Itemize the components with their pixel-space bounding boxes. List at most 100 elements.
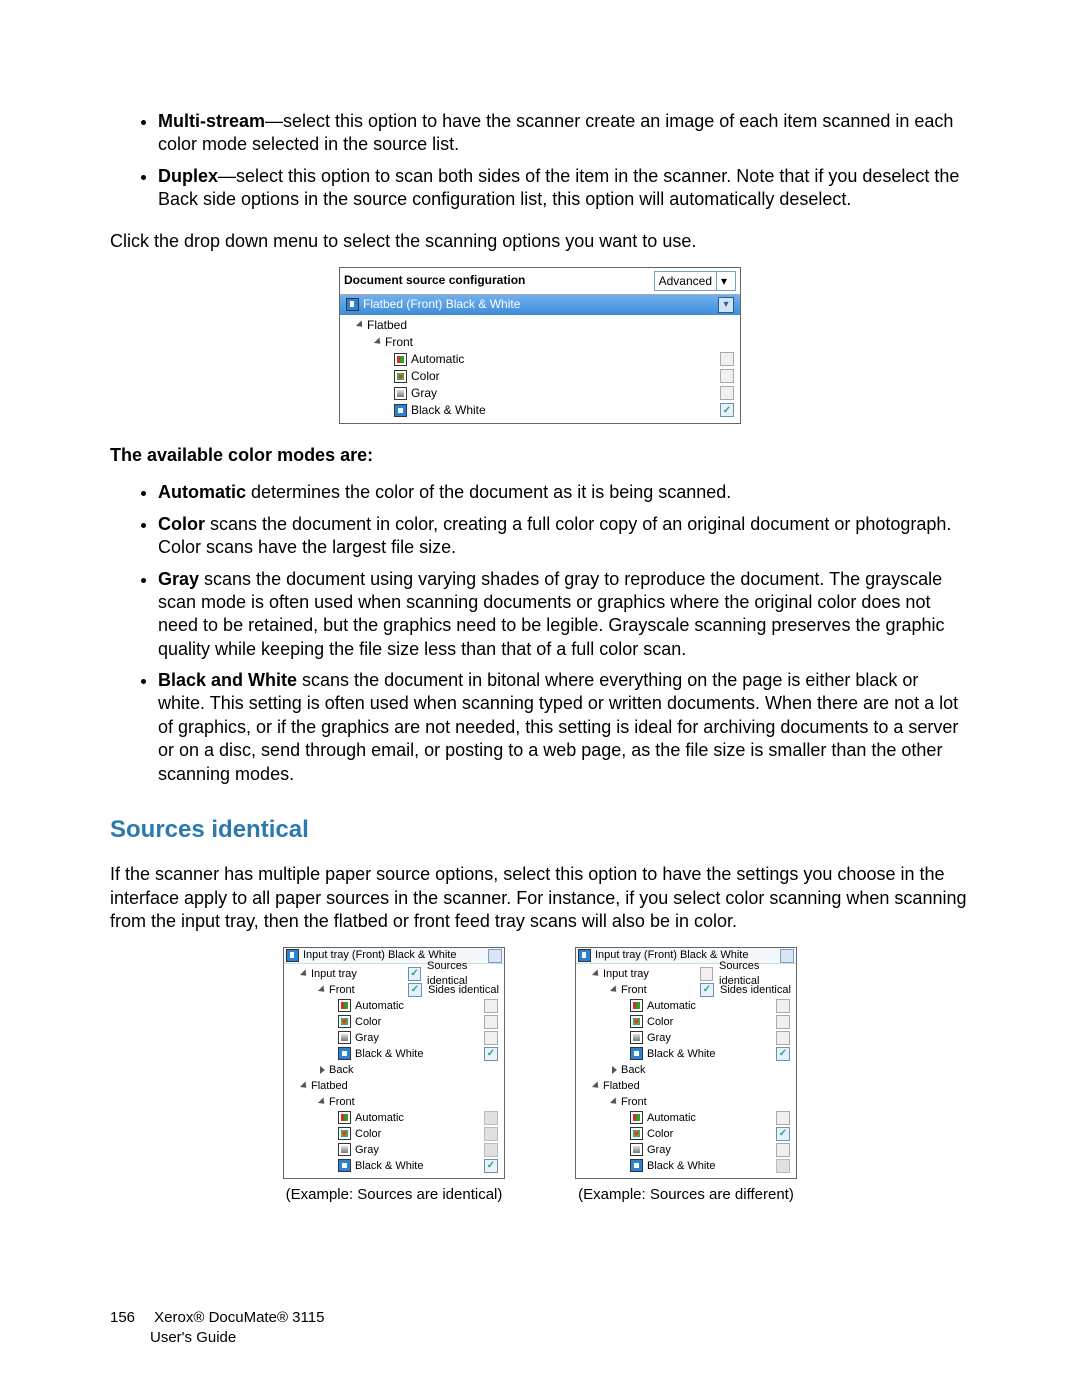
checkbox[interactable]: ✓ bbox=[776, 1015, 790, 1029]
bullet-term: Color bbox=[158, 514, 205, 534]
mode-bw[interactable]: Black & White✓ bbox=[284, 1158, 504, 1174]
tree-node-front[interactable]: Front ✓Sides identical bbox=[284, 982, 504, 998]
mode-bw[interactable]: Black & White✓ bbox=[576, 1158, 796, 1174]
source-tree: Flatbed Front Automatic✓ Color✓ Gray✓ Bl… bbox=[340, 315, 740, 423]
checkbox[interactable]: ✓ bbox=[484, 1015, 498, 1029]
list-item: Black and White scans the document in bi… bbox=[158, 669, 970, 786]
gray-icon bbox=[630, 1031, 643, 1044]
bw-icon bbox=[630, 1159, 643, 1172]
tree-node-flatbed[interactable]: Flatbed bbox=[576, 1078, 796, 1094]
sources-identical-checkbox[interactable]: ✓ bbox=[700, 967, 713, 981]
bw-icon bbox=[338, 1159, 351, 1172]
mode-automatic[interactable]: Automatic✓ bbox=[576, 998, 796, 1014]
tree-node-front[interactable]: Front bbox=[284, 1094, 504, 1110]
checkbox: ✓ bbox=[484, 1143, 498, 1157]
checkbox[interactable]: ✓ bbox=[776, 1111, 790, 1125]
bw-icon bbox=[630, 1047, 643, 1060]
tree-node-input-tray[interactable]: Input tray ✓Sources identical bbox=[284, 966, 504, 982]
checkbox[interactable]: ✓ bbox=[720, 386, 734, 400]
expand-icon bbox=[318, 985, 327, 994]
sides-identical-checkbox[interactable]: ✓ bbox=[408, 983, 422, 997]
chevron-down-icon: ▾ bbox=[716, 272, 731, 290]
bullet-term: Multi-stream bbox=[158, 111, 265, 131]
mode-color[interactable]: Color✓ bbox=[284, 1014, 504, 1030]
checkbox[interactable]: ✓ bbox=[776, 1127, 790, 1141]
list-item: Duplex—select this option to scan both s… bbox=[158, 165, 970, 212]
selected-source-bar[interactable]: Flatbed (Front) Black & White ▾ bbox=[340, 295, 740, 315]
automatic-icon bbox=[338, 1111, 351, 1124]
expand-icon bbox=[592, 969, 601, 978]
expand-icon bbox=[610, 985, 619, 994]
page-number: 156 bbox=[110, 1308, 150, 1328]
sides-identical-checkbox[interactable]: ✓ bbox=[700, 983, 714, 997]
mode-color[interactable]: Color✓ bbox=[576, 1126, 796, 1142]
chevron-down-icon: ▾ bbox=[718, 297, 734, 313]
tree-node-flatbed[interactable]: Flatbed bbox=[284, 1078, 504, 1094]
checkbox[interactable]: ✓ bbox=[720, 369, 734, 383]
example-left: Input tray (Front) Black & White Input t… bbox=[283, 947, 505, 1204]
gray-icon bbox=[338, 1143, 351, 1156]
tree-node-front[interactable]: Front bbox=[576, 1094, 796, 1110]
page-icon bbox=[346, 298, 359, 311]
mode-color[interactable]: Color✓ bbox=[340, 368, 740, 385]
gray-icon bbox=[394, 387, 407, 400]
checkbox[interactable]: ✓ bbox=[720, 403, 734, 417]
advanced-dropdown[interactable]: Advanced ▾ bbox=[654, 271, 736, 291]
tree-node-back[interactable]: Back bbox=[284, 1062, 504, 1078]
tree-node-front[interactable]: Front bbox=[340, 334, 740, 351]
page-icon bbox=[578, 949, 591, 962]
mode-gray[interactable]: Gray✓ bbox=[284, 1030, 504, 1046]
mode-bw[interactable]: Black & White✓ bbox=[576, 1046, 796, 1062]
tree-node-back[interactable]: Back bbox=[576, 1062, 796, 1078]
checkbox: ✓ bbox=[484, 1159, 498, 1173]
example-caption: (Example: Sources are different) bbox=[575, 1185, 797, 1205]
checkbox: ✓ bbox=[776, 1159, 790, 1173]
expand-icon bbox=[610, 1097, 619, 1106]
checkbox[interactable]: ✓ bbox=[776, 1031, 790, 1045]
mode-automatic[interactable]: Automatic✓ bbox=[284, 1110, 504, 1126]
bullet-term: Automatic bbox=[158, 482, 246, 502]
checkbox[interactable]: ✓ bbox=[776, 1047, 790, 1061]
color-icon bbox=[630, 1015, 643, 1028]
color-icon bbox=[630, 1127, 643, 1140]
checkbox[interactable]: ✓ bbox=[776, 999, 790, 1013]
mode-gray[interactable]: Gray✓ bbox=[576, 1030, 796, 1046]
checkbox[interactable]: ✓ bbox=[720, 352, 734, 366]
mode-bw[interactable]: Black & White✓ bbox=[340, 402, 740, 419]
checkbox[interactable]: ✓ bbox=[484, 1047, 498, 1061]
expand-icon bbox=[318, 1097, 327, 1106]
color-icon bbox=[338, 1015, 351, 1028]
checkbox[interactable]: ✓ bbox=[484, 999, 498, 1013]
mode-gray[interactable]: Gray✓ bbox=[576, 1142, 796, 1158]
intro-list: Multi-stream—select this option to have … bbox=[110, 110, 970, 212]
tree-node-flatbed[interactable]: Flatbed bbox=[340, 317, 740, 334]
mode-automatic[interactable]: Automatic✓ bbox=[340, 351, 740, 368]
automatic-icon bbox=[338, 999, 351, 1012]
mode-bw[interactable]: Black & White✓ bbox=[284, 1046, 504, 1062]
example-caption: (Example: Sources are identical) bbox=[283, 1185, 505, 1205]
mode-color[interactable]: Color✓ bbox=[576, 1014, 796, 1030]
expand-icon bbox=[374, 338, 383, 347]
expand-icon bbox=[300, 1081, 309, 1090]
modes-intro: The available color modes are: bbox=[110, 444, 970, 467]
tree-node-front[interactable]: Front ✓Sides identical bbox=[576, 982, 796, 998]
tree-node-input-tray[interactable]: Input tray ✓Sources identical bbox=[576, 966, 796, 982]
checkbox[interactable]: ✓ bbox=[776, 1143, 790, 1157]
mode-automatic[interactable]: Automatic✓ bbox=[576, 1110, 796, 1126]
automatic-icon bbox=[630, 1111, 643, 1124]
mode-color[interactable]: Color✓ bbox=[284, 1126, 504, 1142]
dropdown-label: Advanced bbox=[659, 272, 712, 290]
list-item: Gray scans the document using varying sh… bbox=[158, 568, 970, 662]
color-icon bbox=[394, 370, 407, 383]
footer-line1: Xerox® DocuMate® 3115 bbox=[154, 1309, 324, 1326]
sources-identical-checkbox[interactable]: ✓ bbox=[408, 967, 421, 981]
checkbox: ✓ bbox=[484, 1127, 498, 1141]
expand-icon bbox=[356, 321, 365, 330]
checkbox[interactable]: ✓ bbox=[484, 1031, 498, 1045]
mode-automatic[interactable]: Automatic✓ bbox=[284, 998, 504, 1014]
checkbox: ✓ bbox=[484, 1111, 498, 1125]
bullet-text: scans the document using varying shades … bbox=[158, 569, 945, 659]
mode-gray[interactable]: Gray✓ bbox=[284, 1142, 504, 1158]
bullet-term: Gray bbox=[158, 569, 199, 589]
mode-gray[interactable]: Gray✓ bbox=[340, 385, 740, 402]
